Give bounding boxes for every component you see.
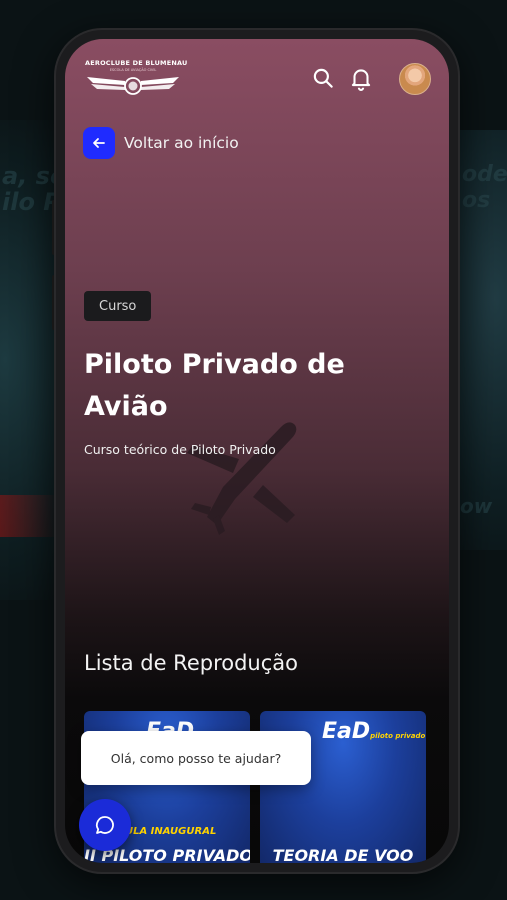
aeroclube-logo[interactable]: AEROCLUBE DE BLUMENAU ESCOLA DE AVIAÇÃO …: [85, 59, 188, 103]
ead-logo-tag: piloto privado: [370, 732, 426, 740]
playlist-item-title: TEORIA DE VOO: [272, 846, 414, 863]
ead-logo-text: EaD: [322, 719, 371, 744]
bell-icon[interactable]: [348, 65, 374, 91]
chat-icon: [95, 816, 114, 834]
back-label[interactable]: Voltar ao início: [124, 134, 239, 152]
avatar[interactable]: [399, 63, 431, 95]
course-description: Curso teórico de Piloto Privado: [84, 442, 276, 457]
chat-button[interactable]: [79, 799, 131, 851]
phone-frame: AEROCLUBE DE BLUMENAU ESCOLA DE AVIAÇÃO …: [56, 30, 458, 872]
background-text: os: [462, 188, 491, 213]
background-text: ow: [460, 494, 493, 518]
playlist-title: Lista de Reprodução: [84, 651, 298, 675]
ead-logo: EaDpiloto privado: [322, 719, 425, 744]
top-bar: AEROCLUBE DE BLUMENAU ESCOLA DE AVIAÇÃO …: [65, 55, 449, 105]
logo-title: AEROCLUBE DE BLUMENAU: [85, 59, 188, 67]
wings-emblem-icon: [87, 77, 179, 95]
search-icon[interactable]: [310, 65, 336, 91]
course-title: Piloto Privado de Avião: [84, 349, 345, 422]
app-screen: AEROCLUBE DE BLUMENAU ESCOLA DE AVIAÇÃO …: [65, 39, 449, 863]
arrow-left-icon: [93, 138, 105, 148]
background-text: ode: [462, 162, 507, 187]
back-button[interactable]: Voltar ao início: [83, 127, 239, 159]
chat-greeting-bubble[interactable]: Olá, como posso te ajudar?: [81, 731, 311, 785]
chat-greeting-text: Olá, como posso te ajudar?: [110, 750, 282, 766]
course-badge: Curso: [84, 291, 152, 321]
back-button-square[interactable]: [83, 127, 115, 159]
background-red-banner: [0, 495, 60, 537]
